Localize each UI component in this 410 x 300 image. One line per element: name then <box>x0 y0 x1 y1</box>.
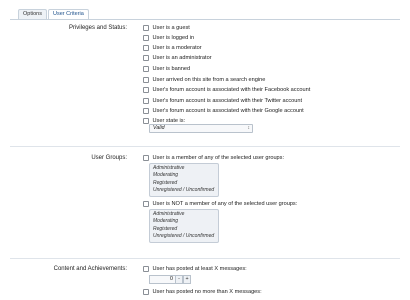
list-item[interactable]: Unregistered / Unconfirmed <box>153 233 215 240</box>
criteria-posted-no-more[interactable]: User has posted no more than X messages: <box>143 288 262 296</box>
tab-bar: Options User Criteria <box>18 9 90 20</box>
decrement-button[interactable]: - <box>175 275 183 284</box>
list-item[interactable]: Administrative <box>153 165 215 172</box>
checkbox[interactable] <box>143 266 149 272</box>
not-member-groups-listbox[interactable]: Administrative Moderating Registered Unr… <box>149 209 219 243</box>
criteria-posted-at-least[interactable]: User has posted at least X messages: <box>143 265 247 273</box>
posted-at-least-stepper[interactable]: 0 - + <box>149 275 191 284</box>
posted-at-least-input[interactable]: 0 <box>149 275 175 284</box>
criteria-not-member-of-groups[interactable]: User is NOT a member of any of the selec… <box>143 200 297 208</box>
list-item[interactable]: Administrative <box>153 211 215 218</box>
section-divider <box>10 146 400 147</box>
criteria-member-of-groups[interactable]: User is a member of any of the selected … <box>143 154 284 162</box>
member-groups-listbox[interactable]: Administrative Moderating Registered Unr… <box>149 163 219 197</box>
criteria-twitter[interactable]: User's forum account is associated with … <box>143 97 302 105</box>
chevron-updown-icon: ↕ <box>247 125 251 131</box>
criteria-moderator[interactable]: User is a moderator <box>143 44 202 52</box>
groups-section-label: User Groups: <box>91 155 127 161</box>
list-item[interactable]: Moderating <box>153 172 215 179</box>
criteria-banned[interactable]: User is banned <box>143 65 190 73</box>
checkbox[interactable] <box>143 25 149 31</box>
list-item[interactable]: Registered <box>153 180 215 187</box>
checkbox[interactable] <box>143 118 149 124</box>
list-item[interactable]: Unregistered / Unconfirmed <box>153 187 215 194</box>
criteria-facebook[interactable]: User's forum account is associated with … <box>143 86 310 94</box>
criteria-administrator[interactable]: User is an administrator <box>143 54 212 62</box>
checkbox[interactable] <box>143 201 149 207</box>
checkbox[interactable] <box>143 45 149 51</box>
user-state-value: Valid <box>153 125 165 131</box>
increment-button[interactable]: + <box>183 275 191 284</box>
checkbox[interactable] <box>143 289 149 295</box>
checkbox[interactable] <box>143 55 149 61</box>
checkbox[interactable] <box>143 77 149 83</box>
checkbox[interactable] <box>143 35 149 41</box>
checkbox[interactable] <box>143 98 149 104</box>
criteria-search-engine[interactable]: User arrived on this site from a search … <box>143 76 265 84</box>
privileges-section-label: Privileges and Status: <box>68 25 127 31</box>
content-section-label: Content and Achievements: <box>53 266 127 272</box>
checkbox[interactable] <box>143 66 149 72</box>
list-item[interactable]: Registered <box>153 226 215 233</box>
checkbox[interactable] <box>143 87 149 93</box>
tab-options[interactable]: Options <box>18 9 47 19</box>
criteria-guest[interactable]: User is a guest <box>143 24 190 32</box>
section-divider <box>10 258 400 259</box>
checkbox[interactable] <box>143 108 149 114</box>
criteria-google[interactable]: User's forum account is associated with … <box>143 107 304 115</box>
criteria-logged-in[interactable]: User is logged in <box>143 34 194 42</box>
tab-divider <box>10 19 400 20</box>
checkbox[interactable] <box>143 155 149 161</box>
user-state-select[interactable]: Valid ↕ <box>149 124 253 133</box>
list-item[interactable]: Moderating <box>153 218 215 225</box>
